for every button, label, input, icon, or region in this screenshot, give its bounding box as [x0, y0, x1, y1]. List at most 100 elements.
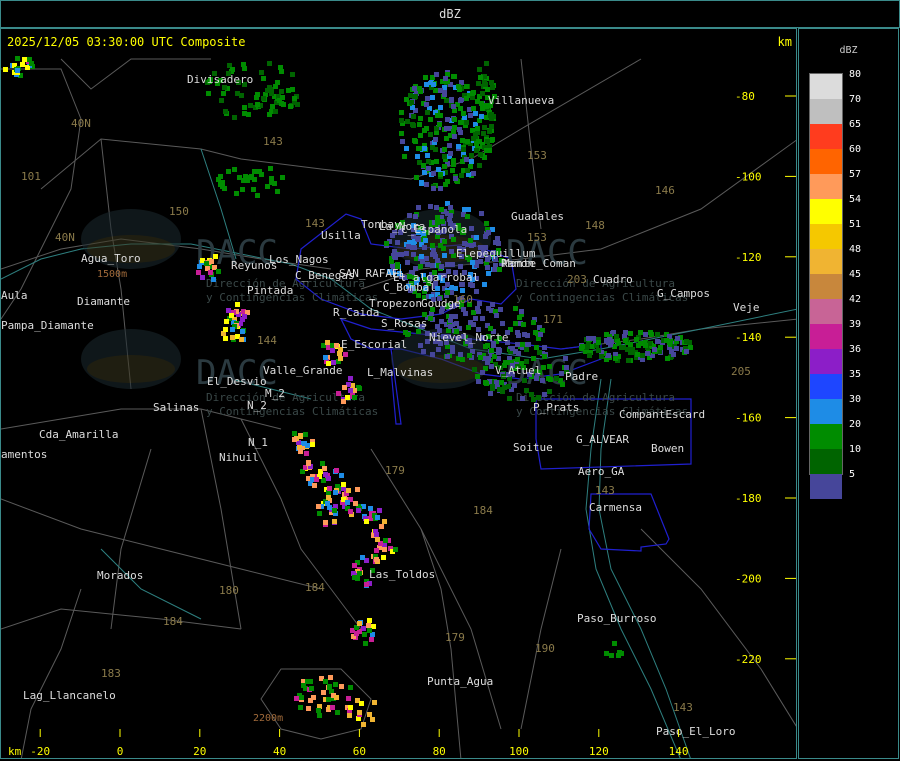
echo-pixel — [465, 214, 470, 219]
legend-swatch — [810, 249, 842, 274]
echo-pixel — [489, 348, 494, 353]
echo-pixel — [330, 705, 335, 710]
echo-pixel — [229, 313, 234, 318]
legend-swatch — [810, 424, 842, 449]
echo-pixel — [213, 254, 218, 259]
echo-pixel — [489, 364, 494, 369]
echo-pixel — [469, 153, 474, 158]
echo-pixel — [304, 451, 309, 456]
echo-pixel — [223, 327, 228, 332]
echo-pixel — [334, 468, 339, 473]
echo-pixel — [393, 547, 398, 552]
echo-pixel — [438, 172, 443, 177]
echo-pixel — [410, 122, 415, 127]
echo-pixel — [461, 111, 466, 116]
place-label: G_ALVEAR — [576, 433, 629, 446]
place-label: Cda_Amarilla — [39, 428, 118, 441]
elevation-label: 1500m — [97, 269, 127, 280]
echo-pixel — [280, 95, 285, 100]
echo-pixel — [29, 61, 34, 66]
echo-pixel — [559, 371, 564, 376]
echo-pixel — [513, 321, 518, 326]
echo-pixel — [442, 154, 447, 159]
echo-pixel — [471, 322, 476, 327]
y-tick-label: -200 — [735, 572, 762, 585]
echo-pixel — [237, 175, 242, 180]
echo-pixel — [197, 264, 202, 269]
echo-pixel — [415, 154, 420, 159]
place-label: Bowen — [651, 442, 684, 455]
place-label: S_Rosas — [381, 317, 427, 330]
echo-pixel — [486, 306, 491, 311]
echo-pixel — [255, 193, 260, 198]
echo-pixel — [240, 329, 245, 334]
echo-pixel — [450, 349, 455, 354]
echo-pixel — [665, 356, 670, 361]
echo-pixel — [510, 346, 515, 351]
echo-pixel — [409, 100, 414, 105]
echo-pixel — [586, 336, 591, 341]
legend-swatch — [810, 74, 842, 99]
echo-pixel — [591, 336, 596, 341]
echo-pixel — [477, 163, 482, 168]
place-label: C_Bombal — [383, 281, 436, 294]
echo-pixel — [255, 92, 260, 97]
echo-pixel — [520, 342, 525, 347]
echo-pixel — [323, 355, 328, 360]
echo-pixel — [413, 214, 418, 219]
echo-pixel — [348, 388, 353, 393]
echo-pixel — [379, 524, 384, 529]
place-label: N_2 — [247, 399, 267, 412]
echo-pixel — [470, 260, 475, 265]
x-tick-label: 80 — [433, 745, 446, 758]
legend-swatch — [810, 174, 842, 199]
radar-map[interactable]: DACC DACC DACC DACC Dirección de Agricul… — [1, 29, 797, 759]
legend-label: 57 — [849, 169, 862, 180]
echo-pixel — [519, 309, 524, 314]
echo-pixel — [470, 91, 475, 96]
echo-pixel — [496, 347, 501, 352]
echo-pixel — [321, 690, 326, 695]
echo-pixel — [434, 205, 439, 210]
echo-pixel — [521, 322, 526, 327]
y-tick-label: -160 — [735, 412, 762, 425]
route-label: 40N — [71, 117, 91, 130]
echo-pixel — [434, 72, 439, 77]
echo-pixel — [456, 84, 461, 89]
echo-pixel — [346, 696, 351, 701]
y-tick-label: -180 — [735, 492, 762, 505]
echo-pixel — [216, 269, 221, 274]
echo-pixel — [15, 56, 20, 61]
echo-pixel — [444, 126, 449, 131]
route-label: 180 — [219, 584, 239, 597]
legend-label: 36 — [849, 344, 862, 355]
echo-pixel — [369, 637, 374, 642]
echo-pixel — [333, 490, 338, 495]
echo-pixel — [345, 500, 350, 505]
echo-pixel — [412, 138, 417, 143]
echo-pixel — [330, 348, 335, 353]
echo-pixel — [466, 325, 471, 330]
route-label: 171 — [543, 313, 563, 326]
echo-pixel — [482, 125, 487, 130]
place-label: Aula — [1, 289, 28, 302]
echo-pixel — [424, 102, 429, 107]
timestamp: 2025/12/05 03:30:00 UTC Composite — [7, 35, 246, 49]
radar-map-panel[interactable]: DACC DACC DACC DACC Dirección de Agricul… — [0, 28, 797, 759]
echo-pixel — [445, 262, 450, 267]
echo-pixel — [439, 207, 444, 212]
place-label: Agua_Toro — [81, 252, 141, 265]
echo-pixel — [477, 67, 482, 72]
echo-pixel — [384, 241, 389, 246]
echo-pixel — [489, 124, 494, 129]
echo-pixel — [522, 378, 527, 383]
echo-pixel — [449, 97, 454, 102]
echo-pixel — [430, 145, 435, 150]
echo-pixel — [536, 395, 541, 400]
echo-pixel — [473, 316, 478, 321]
echo-pixel — [467, 353, 472, 358]
echo-pixel — [613, 356, 618, 361]
echo-pixel — [468, 113, 473, 118]
place-label: C_Benegas — [295, 269, 355, 282]
echo-pixel — [403, 330, 408, 335]
